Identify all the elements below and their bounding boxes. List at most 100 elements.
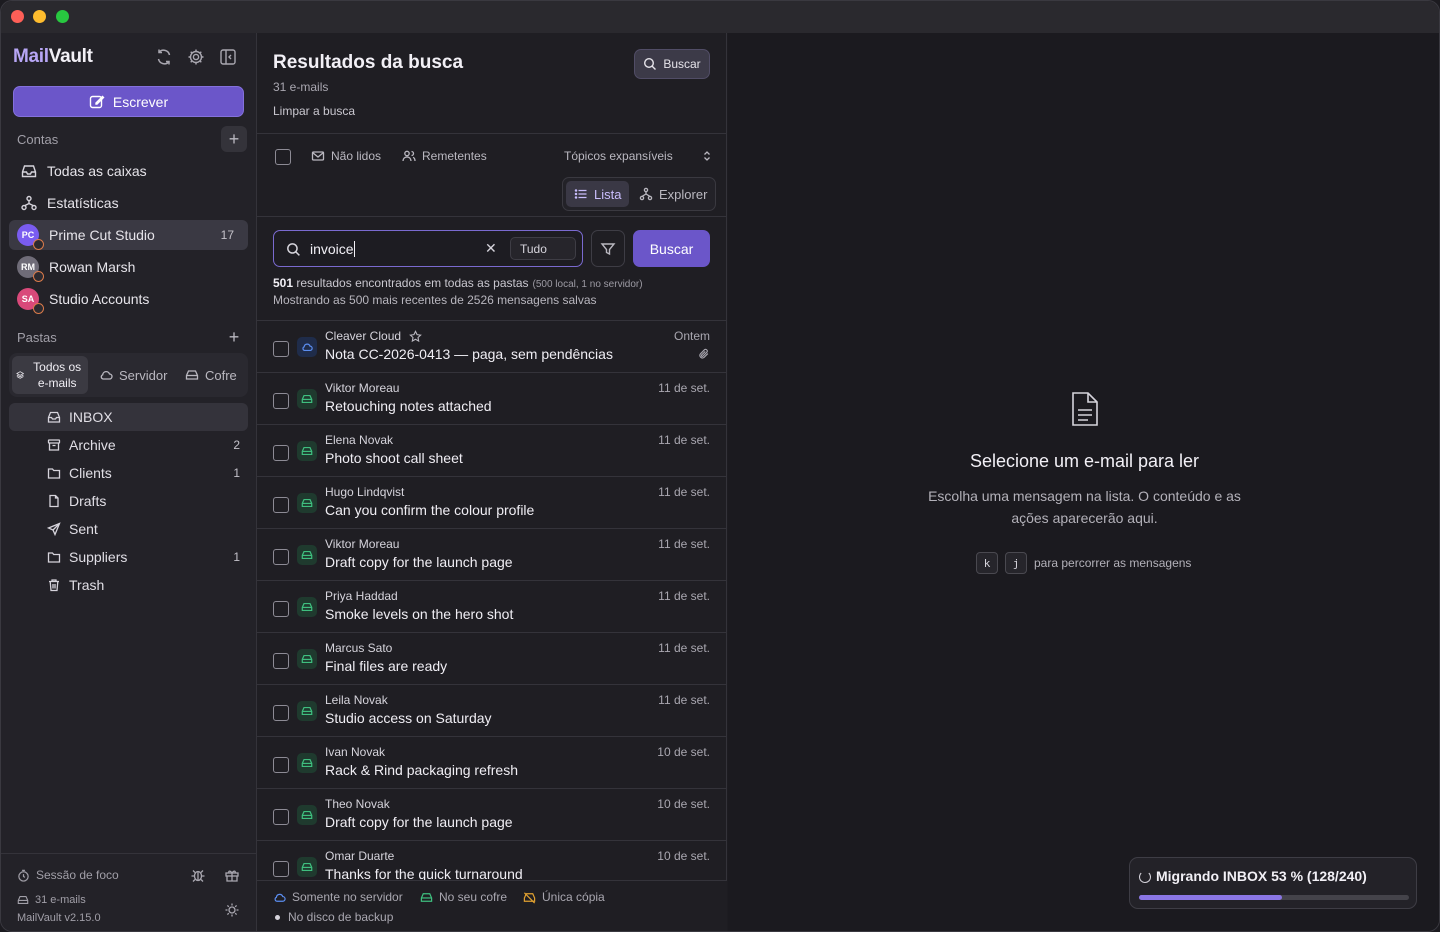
gift-icon[interactable] <box>224 867 240 883</box>
stats-icon <box>21 195 37 211</box>
message-checkbox[interactable] <box>273 445 289 461</box>
app-version: MailVault v2.15.0 <box>17 912 101 924</box>
chevron-updown-icon <box>703 151 710 161</box>
folder-archive[interactable]: Archive 2 <box>9 431 248 459</box>
add-folder-button[interactable]: + <box>221 324 247 350</box>
account-studio-accounts[interactable]: SA Studio Accounts <box>9 284 248 314</box>
folder-sent[interactable]: Sent <box>9 515 248 543</box>
search-query: invoice <box>310 241 355 257</box>
message-checkbox[interactable] <box>273 861 289 877</box>
message-row[interactable]: Marcus Sato Final files are ready 11 de se… <box>257 633 727 685</box>
message-checkbox[interactable] <box>273 757 289 773</box>
message-checkbox[interactable] <box>273 653 289 669</box>
trash-icon <box>49 579 59 592</box>
collapse-sidebar-icon[interactable] <box>218 47 238 67</box>
clear-query-icon[interactable]: ✕ <box>485 240 497 257</box>
message-date: 10 de set. <box>657 849 710 863</box>
message-row[interactable]: Hugo Lindqvist Can you confirm the colour… <box>257 477 727 529</box>
message-row[interactable]: Ivan Novak Rack & Rind packaging refresh 1… <box>257 737 727 789</box>
message-subject: Draft copy for the launch page <box>325 814 513 830</box>
account-rowan-marsh[interactable]: RM Rowan Marsh <box>9 252 248 282</box>
close-window-button[interactable] <box>11 10 24 23</box>
message-subject: Rack & Rind packaging refresh <box>325 762 518 778</box>
message-row[interactable]: Leila Novak Studio access on Saturday 11 d… <box>257 685 727 737</box>
search-input[interactable]: invoice ✕ Tudo <box>273 230 583 267</box>
minimize-window-button[interactable] <box>33 10 46 23</box>
search-submit-button[interactable]: Buscar <box>633 230 710 267</box>
search-toggle-button[interactable]: Buscar <box>634 49 710 79</box>
account-status-badge <box>33 303 44 314</box>
message-checkbox[interactable] <box>273 601 289 617</box>
account-status-badge <box>33 239 44 250</box>
message-checkbox[interactable] <box>273 549 289 565</box>
message-row[interactable]: Elena Novak Photo shoot call sheet 11 de s… <box>257 425 727 477</box>
folder-trash[interactable]: Trash <box>9 571 248 599</box>
nav-statistics[interactable]: Estatísticas <box>9 188 248 218</box>
keyboard-hint-text: para percorrer as mensagens <box>1034 556 1192 570</box>
filter-senders-button[interactable]: Remetentes <box>402 149 487 163</box>
theme-sun-icon[interactable] <box>224 902 240 918</box>
inbox-stack-icon <box>21 165 37 178</box>
vault-icon <box>297 493 317 513</box>
filter-funnel-icon <box>600 242 616 255</box>
message-subject: Smoke levels on the hero shot <box>325 606 514 622</box>
legend-server-only: Somente no servidor <box>273 890 403 904</box>
folder-icon <box>47 552 61 563</box>
clear-search-link[interactable]: Limpar a busca <box>273 104 355 118</box>
folder-inbox[interactable]: INBOX <box>9 403 248 431</box>
message-row[interactable]: Viktor Moreau Draft copy for the launch p… <box>257 529 727 581</box>
advanced-filter-button[interactable] <box>591 230 625 267</box>
search-icon <box>287 243 300 256</box>
message-row[interactable]: Viktor Moreau Retouching notes attached 11… <box>257 373 727 425</box>
mail-icon <box>311 151 325 161</box>
account-label: Prime Cut Studio <box>49 227 155 243</box>
nav-all-mailboxes-label: Todas as caixas <box>47 163 147 179</box>
folders-label: Pastas <box>17 330 57 345</box>
folder-suppliers[interactable]: Suppliers 1 <box>9 543 248 571</box>
segment-server[interactable]: Servidor <box>91 356 175 394</box>
zoom-window-button[interactable] <box>56 10 69 23</box>
star-icon[interactable] <box>409 329 422 343</box>
segment-vault[interactable]: Cofre <box>177 356 245 394</box>
migration-status: Migrando INBOX 53 % (128/240) <box>1156 868 1367 884</box>
dot-icon <box>275 914 280 920</box>
account-prime-cut-studio[interactable]: PC Prime Cut Studio 17 <box>9 220 248 250</box>
message-date: Ontem <box>673 329 710 343</box>
message-checkbox[interactable] <box>273 393 289 409</box>
empty-state-description: Escolha uma mensagem na lista. O conteúd… <box>928 488 1241 526</box>
message-checkbox[interactable] <box>273 341 289 357</box>
select-all-checkbox[interactable] <box>275 149 291 165</box>
add-account-button[interactable]: + <box>221 126 247 152</box>
vault-icon <box>297 545 317 565</box>
folder-drafts[interactable]: Drafts <box>9 487 248 515</box>
message-row[interactable]: Priya Haddad Smoke levels on the hero sho… <box>257 581 727 633</box>
expandable-threads-select[interactable]: Tópicos expansíveis <box>564 149 713 163</box>
message-sender: Ivan Novak <box>325 745 386 759</box>
message-row[interactable]: Omar Duarte Thanks for the quick turnarou… <box>257 841 727 880</box>
message-row[interactable]: Cleaver Cloud Nota CC-2026-0413 — paga, s… <box>257 321 727 373</box>
search-icon <box>644 57 657 70</box>
message-sender: Hugo Lindqvist <box>325 485 405 499</box>
message-checkbox[interactable] <box>273 705 289 721</box>
migration-toast: Migrando INBOX 53 % (128/240) <box>1129 857 1417 909</box>
spinner-icon <box>1139 871 1151 883</box>
message-row[interactable]: Theo Novak Draft copy for the launch page… <box>257 789 727 841</box>
app-logo: MailVault <box>13 46 93 67</box>
filter-unread-button[interactable]: Não lidos <box>311 149 381 163</box>
message-checkbox[interactable] <box>273 809 289 825</box>
segment-label: Servidor <box>119 367 168 383</box>
view-explorer-button[interactable]: Explorer <box>631 181 715 207</box>
nav-all-mailboxes[interactable]: Todas as caixas <box>9 156 248 186</box>
folder-clients[interactable]: Clients 1 <box>9 459 248 487</box>
account-label: Rowan Marsh <box>49 259 136 275</box>
view-list-button[interactable]: Lista <box>566 181 630 207</box>
focus-session-button[interactable]: Sessão de foco <box>17 868 119 882</box>
segment-all-emails[interactable]: Todos os e-mails <box>12 356 88 394</box>
refresh-icon[interactable] <box>154 47 174 67</box>
bug-report-icon[interactable] <box>190 867 206 883</box>
compose-button[interactable]: Escrever <box>13 86 244 117</box>
search-scope-select[interactable]: Tudo <box>510 237 576 260</box>
avatar: SA <box>17 288 44 314</box>
message-checkbox[interactable] <box>273 497 289 513</box>
settings-gear-icon[interactable] <box>186 47 206 67</box>
